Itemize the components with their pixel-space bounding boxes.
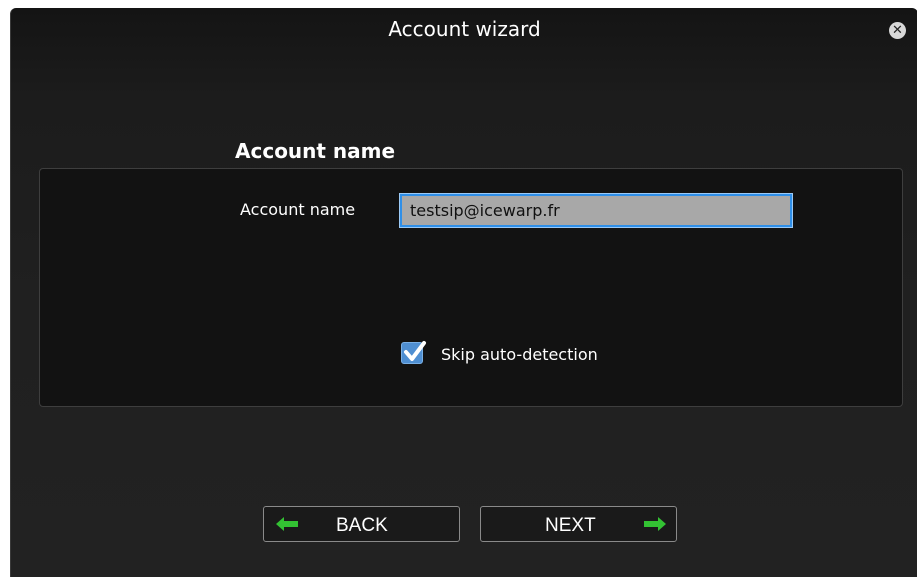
window-title: Account wizard — [388, 17, 541, 41]
next-button-label: NEXT — [545, 515, 596, 536]
arrow-left-icon — [276, 517, 298, 531]
skip-auto-detection-checkbox[interactable] — [401, 341, 426, 364]
account-name-label: Account name — [240, 200, 356, 219]
arrow-right-icon — [644, 517, 666, 531]
checkmark-icon — [404, 341, 426, 361]
close-icon: ✕ — [892, 23, 903, 38]
close-button[interactable]: ✕ — [889, 22, 906, 39]
wizard-window: Account wizard ✕ Account name Account na… — [10, 8, 917, 577]
section-title: Account name — [235, 139, 396, 163]
skip-auto-detection-label[interactable]: Skip auto-detection — [441, 345, 598, 364]
next-button[interactable]: NEXT — [480, 506, 677, 542]
account-name-input[interactable] — [399, 193, 793, 228]
back-button[interactable]: BACK — [263, 506, 460, 542]
back-button-label: BACK — [336, 515, 388, 536]
